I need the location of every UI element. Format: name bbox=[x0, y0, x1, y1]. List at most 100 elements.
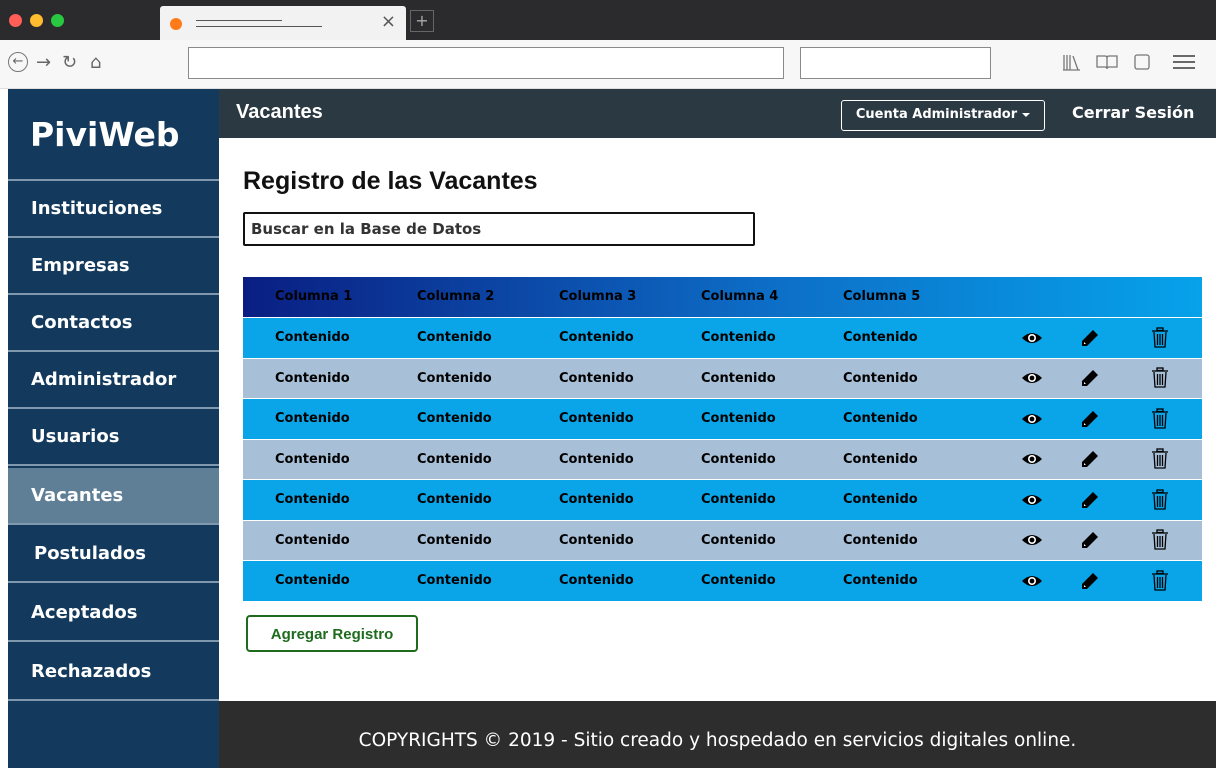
table-cell: Contenido bbox=[701, 492, 776, 507]
top-bar: Vacantes Cuenta Administrador Cerrar Ses… bbox=[219, 89, 1216, 138]
table-cell: Contenido bbox=[843, 370, 918, 386]
sidebar-item-rechazados[interactable]: Rechazados bbox=[8, 644, 219, 701]
table-cell: Contenido bbox=[701, 451, 776, 467]
trash-icon[interactable] bbox=[1146, 318, 1174, 357]
sidebar-item-vacantes[interactable]: Vacantes bbox=[8, 468, 219, 525]
browser-logo-icon bbox=[170, 18, 182, 30]
browser-navbar: ← → ↻ ⌂ bbox=[0, 40, 1216, 89]
pencil-icon[interactable] bbox=[1076, 440, 1104, 479]
pencil-icon[interactable] bbox=[1076, 561, 1104, 600]
library-icon[interactable] bbox=[1062, 53, 1082, 75]
sidebar-item-administrador[interactable]: Administrador bbox=[8, 352, 219, 409]
sidebar-item-aceptados[interactable]: Aceptados bbox=[8, 585, 219, 642]
table-row: Contenido Contenido Contenido Contenido Cont… bbox=[243, 479, 1202, 520]
table-row: Contenido Contenido Contenido Contenido Cont… bbox=[243, 519, 1202, 560]
trash-icon[interactable] bbox=[1146, 480, 1174, 519]
table-cell: Contenido bbox=[417, 330, 492, 345]
pencil-icon[interactable] bbox=[1076, 521, 1104, 560]
close-window-button[interactable] bbox=[9, 14, 22, 27]
eye-icon[interactable] bbox=[1018, 561, 1046, 600]
hamburger-menu-icon[interactable] bbox=[1172, 54, 1196, 74]
logout-link[interactable]: Cerrar Sesión bbox=[1072, 103, 1194, 122]
pencil-icon[interactable] bbox=[1076, 318, 1104, 357]
browser-search-bar[interactable] bbox=[800, 47, 991, 79]
section-title: Vacantes bbox=[236, 101, 323, 123]
eye-icon[interactable] bbox=[1018, 521, 1046, 560]
trash-icon[interactable] bbox=[1146, 359, 1174, 398]
eye-icon[interactable] bbox=[1018, 440, 1046, 479]
table-cell: Contenido bbox=[701, 411, 776, 426]
table-row: Contenido Contenido Contenido Contenido Cont… bbox=[243, 357, 1202, 398]
column-header: Columna 4 bbox=[701, 289, 779, 304]
pencil-icon[interactable] bbox=[1076, 480, 1104, 519]
table-cell: Contenido bbox=[559, 573, 634, 588]
close-tab-icon[interactable]: × bbox=[381, 12, 396, 32]
table-cell: Contenido bbox=[701, 573, 776, 588]
table-cell: Contenido bbox=[843, 411, 918, 426]
eye-icon[interactable] bbox=[1018, 359, 1046, 398]
table-cell: Contenido bbox=[275, 573, 350, 588]
new-tab-button[interactable]: + bbox=[410, 10, 434, 32]
sidebar-item-postulados[interactable]: Postulados bbox=[8, 526, 219, 583]
url-bar[interactable] bbox=[188, 47, 784, 79]
add-record-button[interactable]: Agregar Registro bbox=[246, 615, 418, 652]
table-cell: Contenido bbox=[843, 532, 918, 548]
sidebar-item-contactos[interactable]: Contactos bbox=[8, 295, 219, 352]
browser-tab[interactable]: × bbox=[160, 6, 406, 40]
forward-arrow-icon[interactable]: → bbox=[36, 52, 51, 74]
browser-tab-bar: × + bbox=[0, 0, 1216, 40]
copyright-text: COPYRIGHTS © 2019 - Sitio creado y hospe… bbox=[358, 730, 1077, 751]
table-cell: Contenido bbox=[701, 370, 776, 386]
table-cell: Contenido bbox=[417, 492, 492, 507]
search-input[interactable] bbox=[243, 212, 755, 246]
pencil-icon[interactable] bbox=[1076, 399, 1104, 438]
reload-icon[interactable]: ↻ bbox=[62, 52, 77, 74]
home-icon[interactable]: ⌂ bbox=[90, 52, 101, 74]
table-cell: Contenido bbox=[275, 411, 350, 426]
minimize-window-button[interactable] bbox=[30, 14, 43, 27]
maximize-window-button[interactable] bbox=[51, 14, 64, 27]
eye-icon[interactable] bbox=[1018, 480, 1046, 519]
table-cell: Contenido bbox=[275, 532, 350, 548]
reader-view-icon[interactable] bbox=[1096, 54, 1118, 74]
records-table: Columna 1 Columna 2 Columna 3 Columna 4 Colu… bbox=[243, 277, 1202, 601]
trash-icon[interactable] bbox=[1146, 440, 1174, 479]
footer: COPYRIGHTS © 2019 - Sitio creado y hospe… bbox=[219, 701, 1216, 768]
sidebar-item-usuarios[interactable]: Usuarios bbox=[8, 409, 219, 466]
trash-icon[interactable] bbox=[1146, 521, 1174, 560]
table-cell: Contenido bbox=[275, 451, 350, 467]
table-cell: Contenido bbox=[559, 370, 634, 386]
table-cell: Contenido bbox=[559, 330, 634, 345]
table-cell: Contenido bbox=[275, 330, 350, 345]
column-header: Columna 2 bbox=[417, 289, 495, 304]
table-row: Contenido Contenido Contenido Contenido Cont… bbox=[243, 560, 1202, 601]
table-cell: Contenido bbox=[417, 532, 492, 548]
sidebar-item-empresas[interactable]: Empresas bbox=[8, 238, 219, 295]
trash-icon[interactable] bbox=[1146, 399, 1174, 438]
table-cell: Contenido bbox=[559, 492, 634, 507]
caret-down-icon bbox=[1022, 112, 1031, 117]
table-cell: Contenido bbox=[701, 330, 776, 345]
sidebar-item-instituciones[interactable]: Instituciones bbox=[8, 181, 219, 238]
page-title: Registro de las Vacantes bbox=[243, 167, 538, 195]
table-header: Columna 1 Columna 2 Columna 3 Columna 4 Colu… bbox=[243, 277, 1202, 317]
sidebar-toggle-icon[interactable] bbox=[1134, 54, 1150, 74]
table-cell: Contenido bbox=[275, 492, 350, 507]
table-cell: Contenido bbox=[417, 573, 492, 588]
eye-icon[interactable] bbox=[1018, 318, 1046, 357]
table-cell: Contenido bbox=[843, 330, 918, 345]
column-header: Columna 1 bbox=[275, 289, 353, 304]
back-arrow-icon[interactable]: ← bbox=[8, 52, 28, 72]
table-row: Contenido Contenido Contenido Contenido Cont… bbox=[243, 438, 1202, 479]
table-cell: Contenido bbox=[275, 370, 350, 386]
sidebar: PiviWeb Instituciones Empresas Contactos… bbox=[8, 89, 219, 768]
eye-icon[interactable] bbox=[1018, 399, 1046, 438]
table-cell: Contenido bbox=[559, 451, 634, 467]
pencil-icon[interactable] bbox=[1076, 359, 1104, 398]
table-cell: Contenido bbox=[701, 532, 776, 548]
table-cell: Contenido bbox=[843, 451, 918, 467]
column-header: Columna 3 bbox=[559, 289, 637, 304]
trash-icon[interactable] bbox=[1146, 561, 1174, 600]
account-dropdown-button[interactable]: Cuenta Administrador bbox=[841, 100, 1045, 131]
account-label: Cuenta Administrador bbox=[855, 107, 1018, 122]
